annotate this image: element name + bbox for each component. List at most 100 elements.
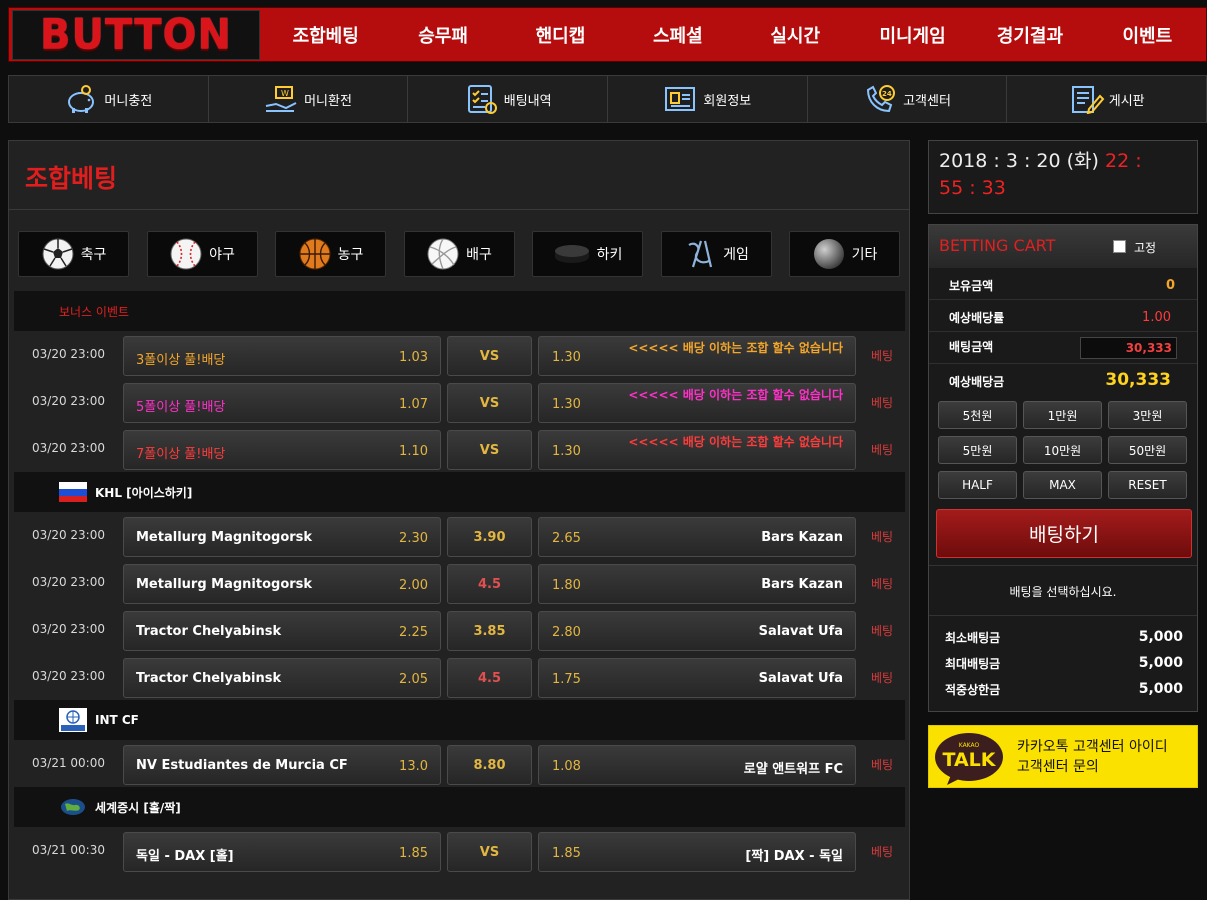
away-odd: 2.80 [552, 625, 581, 640]
phone-24-icon: 24 [867, 85, 896, 113]
subnav-member-info[interactable]: 회원정보 [608, 76, 808, 122]
expected-payout-value: 30,333 [1105, 370, 1171, 390]
subnav-customer-center[interactable]: 24 고객센터 [808, 76, 1008, 122]
draw-button[interactable]: 8.80 [447, 745, 532, 785]
home-odds-button[interactable]: 5폴이상 풀!배당 1.07 [123, 383, 441, 423]
league-name: 세계증시 [홀/짝] [95, 800, 181, 815]
bet-link[interactable]: 베팅 [871, 528, 893, 545]
svg-text:24: 24 [882, 90, 892, 98]
reset-button[interactable]: RESET [1108, 471, 1187, 499]
sport-baseball[interactable]: 야구 [146, 231, 258, 277]
bet-link[interactable]: 베팅 [871, 843, 893, 860]
max-win-label: 적중상한금 [945, 683, 1001, 697]
menu-live[interactable]: 실시간 [737, 8, 854, 61]
sport-other[interactable]: 기타 [789, 231, 900, 277]
bet-link[interactable]: 베팅 [871, 622, 893, 639]
amount-5k-button[interactable]: 5천원 [938, 401, 1017, 429]
board-pencil-icon [1071, 86, 1105, 114]
place-bet-button[interactable]: 배팅하기 [936, 509, 1192, 558]
away-odds-button[interactable]: 2.65 Bars Kazan [538, 517, 856, 557]
sport-hockey[interactable]: 하키 [532, 231, 643, 277]
site-logo[interactable]: BUTTON [12, 10, 260, 60]
match-date: 03/20 23:00 [32, 528, 105, 542]
away-odd: 1.80 [552, 578, 581, 593]
menu-combo-bet[interactable]: 조합베팅 [267, 8, 384, 61]
betting-cart: BETTING CART 고정 보유금액 0 예상배당률 1.00 배팅금액 3… [928, 224, 1198, 712]
baseball-icon [170, 238, 202, 270]
away-team: 로얄 앤트워프 FC [743, 762, 843, 777]
max-button[interactable]: MAX [1023, 471, 1102, 499]
handicap-value[interactable]: 4.5 [447, 658, 532, 698]
draw-button[interactable]: 3.85 [447, 611, 532, 651]
away-odds-button[interactable]: 1.08 로얄 앤트워프 FC [538, 745, 856, 785]
bet-link[interactable]: 베팅 [871, 575, 893, 592]
home-odds-button[interactable]: NV Estudiantes de Murcia CF 13.0 [123, 745, 441, 785]
away-odds-button[interactable]: 1.85 [짝] DAX - 독일 [538, 832, 856, 872]
away-odds-button[interactable]: 1.30 <<<<< 배당 이하는 조합 할수 없습니다 [538, 430, 856, 470]
away-odds-button[interactable]: 1.30 <<<<< 배당 이하는 조합 할수 없습니다 [538, 336, 856, 376]
half-button[interactable]: HALF [938, 471, 1017, 499]
sport-game[interactable]: 게임 [660, 231, 772, 277]
home-odds-button[interactable]: Metallurg Magnitogorsk 2.30 [123, 517, 441, 557]
amount-10k-button[interactable]: 1만원 [1023, 401, 1102, 429]
away-team: Bars Kazan [761, 577, 843, 592]
kakao-line-2: 고객센터 문의 [1017, 758, 1099, 775]
amount-100k-button[interactable]: 10만원 [1023, 436, 1102, 464]
away-odds-button[interactable]: 2.80 Salavat Ufa [538, 611, 856, 651]
menu-special[interactable]: 스페셜 [619, 8, 736, 61]
amount-500k-button[interactable]: 50만원 [1108, 436, 1187, 464]
away-team: <<<<< 배당 이하는 조합 할수 없습니다 [628, 341, 843, 355]
match-date: 03/20 23:00 [32, 575, 105, 589]
bet-link[interactable]: 베팅 [871, 347, 893, 364]
bet-link[interactable]: 베팅 [871, 669, 893, 686]
away-odds-button[interactable]: 1.80 Bars Kazan [538, 564, 856, 604]
fix-checkbox[interactable] [1113, 240, 1126, 253]
bet-link[interactable]: 베팅 [871, 441, 893, 458]
draw-button[interactable]: VS [447, 430, 532, 470]
bet-link[interactable]: 베팅 [871, 394, 893, 411]
away-odds-button[interactable]: 1.75 Salavat Ufa [538, 658, 856, 698]
draw-button[interactable]: VS [447, 336, 532, 376]
subnav-board[interactable]: 게시판 [1007, 76, 1206, 122]
kakao-talk-banner[interactable]: KAKAO TALK 카카오톡 고객센터 아이디 고객센터 문의 [928, 725, 1198, 788]
sport-filter-bar: 축구 야구 농구 배구 하키 게임 기타 [18, 231, 900, 277]
home-odds-button[interactable]: Tractor Chelyabinsk 2.05 [123, 658, 441, 698]
home-odds-button[interactable]: 독일 - DAX [홀] 1.85 [123, 832, 441, 872]
sport-basketball[interactable]: 농구 [275, 231, 386, 277]
home-odds-button[interactable]: 3폴이상 풀!배당 1.03 [123, 336, 441, 376]
home-odds-button[interactable]: Metallurg Magnitogorsk 2.00 [123, 564, 441, 604]
menu-handicap[interactable]: 핸디캡 [502, 8, 619, 61]
away-odd: 1.30 [552, 444, 581, 459]
draw-button[interactable]: VS [447, 832, 532, 872]
away-team: [짝] DAX - 독일 [745, 849, 843, 864]
menu-events[interactable]: 이벤트 [1089, 8, 1206, 61]
draw-button[interactable]: VS [447, 383, 532, 423]
subnav-withdraw[interactable]: W 머니환전 [209, 76, 409, 122]
subnav-deposit[interactable]: 머니충전 [9, 76, 209, 122]
menu-mini-game[interactable]: 미니게임 [854, 8, 971, 61]
hockey-puck-icon [554, 245, 589, 263]
home-team: Tractor Chelyabinsk [136, 624, 282, 639]
sport-label: 게임 [723, 247, 749, 263]
amount-30k-button[interactable]: 3만원 [1108, 401, 1187, 429]
menu-results[interactable]: 경기결과 [971, 8, 1088, 61]
expected-odds-label: 예상배당률 [949, 311, 1005, 325]
away-odds-button[interactable]: 1.30 <<<<< 배당 이하는 조합 할수 없습니다 [538, 383, 856, 423]
amount-50k-button[interactable]: 5만원 [938, 436, 1017, 464]
kakao-line-1: 카카오톡 고객센터 아이디 [1017, 738, 1168, 755]
home-odds-button[interactable]: 7폴이상 풀!배당 1.10 [123, 430, 441, 470]
bet-amount-input[interactable]: 30,333 [1080, 337, 1177, 359]
home-odds-button[interactable]: Tractor Chelyabinsk 2.25 [123, 611, 441, 651]
event-list: 보너스 이벤트 03/20 23:00 3폴이상 풀!배당 1.03 VS 1.3… [14, 291, 905, 874]
match-row: 03/21 00:30 독일 - DAX [홀] 1.85 VS 1.85 [짝] … [14, 827, 905, 874]
bet-link[interactable]: 베팅 [871, 756, 893, 773]
home-odd: 1.03 [399, 350, 428, 365]
handicap-value[interactable]: 4.5 [447, 564, 532, 604]
sport-volleyball[interactable]: 배구 [403, 231, 515, 277]
league-header-stock: 세계증시 [홀/짝] [14, 787, 905, 827]
menu-win-draw-lose[interactable]: 승무패 [384, 8, 501, 61]
draw-button[interactable]: 3.90 [447, 517, 532, 557]
subnav-bet-history[interactable]: 배팅내역 [408, 76, 609, 122]
sport-soccer[interactable]: 축구 [18, 231, 129, 277]
clock-minsec: 55 : 33 [939, 177, 1006, 199]
